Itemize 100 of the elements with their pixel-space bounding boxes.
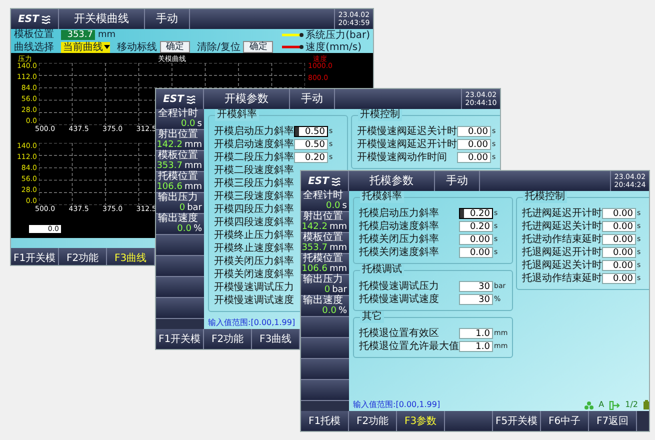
tile-label: 输出压力 <box>158 193 199 203</box>
position-display: 353.7 <box>61 30 95 40</box>
function-key[interactable]: F3参数 <box>397 411 445 431</box>
value-field[interactable]: 0.00 <box>602 260 636 271</box>
tile-value: 106.6 mm <box>156 182 202 192</box>
function-key[interactable]: F7返回 <box>589 411 637 431</box>
value-field[interactable]: 0.50 <box>294 139 328 150</box>
tile-value: 0 bar <box>324 285 347 295</box>
value-field[interactable]: 0.00 <box>457 126 491 137</box>
blank-side-key[interactable] <box>156 277 204 298</box>
value-field[interactable]: 0.00 <box>457 139 491 150</box>
legend-label: 速度(mm/s) <box>306 42 362 52</box>
value-field[interactable]: 30 <box>459 294 493 305</box>
logo-wave-icon <box>40 14 51 24</box>
value-field[interactable]: 1.0 <box>459 328 493 339</box>
tile-value: 0.0 s <box>180 119 202 129</box>
field-label: 曲线选择 <box>14 42 55 52</box>
function-key[interactable]: F1开关模 <box>11 248 59 265</box>
param-label: 开模终止速度斜率 <box>214 242 294 254</box>
tile-label: 模板位置 <box>303 233 344 243</box>
tile-value: 0.0 % <box>177 224 202 234</box>
curve-dropdown[interactable]: 当前曲线 <box>61 42 110 52</box>
blank-side-key[interactable] <box>301 317 349 338</box>
param-label: 托模退位置允许最大值 <box>359 340 459 352</box>
blank-side-key[interactable] <box>156 235 204 256</box>
logo-text: EST <box>18 12 39 26</box>
value-field[interactable]: 0.00 <box>602 208 636 219</box>
param-label: 托模慢速调试压力 <box>359 280 439 292</box>
function-key[interactable]: F6中子 <box>541 411 589 431</box>
param-label: 托进阀延迟关计时 <box>522 220 602 232</box>
function-key[interactable]: F1开关模 <box>156 329 204 349</box>
blank-side-key[interactable] <box>156 256 204 277</box>
fan-icon <box>584 400 594 410</box>
screen-title: 开模参数 <box>224 90 268 107</box>
tile-label: 全程计时 <box>158 109 199 119</box>
param-label: 托进阀延迟开计时 <box>522 208 602 220</box>
tile-label: 托模位置 <box>303 254 344 264</box>
function-key[interactable]: F2功能 <box>349 411 397 431</box>
param-label: 托模启动速度斜率 <box>359 220 439 232</box>
confirm-button[interactable]: 确定 <box>160 41 190 53</box>
value-field[interactable]: 0.00 <box>602 234 636 245</box>
blank-side-key[interactable] <box>156 298 204 319</box>
param-label: 开模关闭压力斜率 <box>214 256 294 268</box>
tile-label: 射出位置 <box>158 130 199 140</box>
blank-side-key[interactable] <box>301 338 349 359</box>
tile-value: 106.6 mm <box>302 264 347 274</box>
legend-label: 系统压力(bar) <box>306 30 370 40</box>
tile-value: 0.0 s <box>326 201 347 211</box>
blank-side-key[interactable] <box>301 380 349 401</box>
value-field[interactable]: 0.00 <box>457 152 491 163</box>
tile-label: 托模位置 <box>158 172 199 182</box>
function-key[interactable]: F1托模 <box>301 411 349 431</box>
group-title: 开模斜率 <box>215 109 259 121</box>
tile-label: 输出速度 <box>303 296 344 306</box>
function-key[interactable]: F3曲线 <box>107 248 155 265</box>
param-label: 开模二段速度斜率 <box>214 164 294 176</box>
tile-value: 142.2 mm <box>302 222 347 232</box>
field-label: 清除/复位 <box>197 42 240 52</box>
value-field[interactable]: 0.20 <box>459 208 493 219</box>
value-field[interactable]: 0.00 <box>602 247 636 258</box>
value-field[interactable]: 0.00 <box>459 234 493 245</box>
param-label: 托退阀延迟开计时 <box>522 246 602 258</box>
param-label: 托模关闭压力斜率 <box>359 234 439 246</box>
blank-side-key[interactable] <box>301 359 349 380</box>
tile-value: 142.2 mm <box>156 140 202 150</box>
param-label: 托模慢速调试速度 <box>359 294 439 306</box>
function-key[interactable]: F2功能 <box>59 248 107 265</box>
field-label: 移动标线 <box>117 42 157 52</box>
group-title: 托模斜率 <box>360 191 404 203</box>
value-field[interactable]: 30 <box>459 281 493 292</box>
value-field[interactable]: 0.00 <box>602 273 636 284</box>
param-label: 托模启动压力斜率 <box>359 208 439 220</box>
function-key[interactable]: F2功能 <box>204 329 252 349</box>
value-field[interactable]: 0.50 <box>294 126 328 137</box>
param-label: 开模慢速调试速度 <box>214 294 294 306</box>
blank-function-key[interactable] <box>445 411 493 431</box>
param-label: 托退阀延迟关计时 <box>522 260 602 272</box>
value-field[interactable]: 0.20 <box>294 152 328 163</box>
param-label: 托退动作结束延时 <box>522 272 602 284</box>
mode-indicator: A <box>598 399 604 411</box>
param-label: 开模三段速度斜率 <box>214 190 294 202</box>
page-indicator: 1/2 <box>625 399 638 411</box>
function-key[interactable]: F5开关模 <box>493 411 541 431</box>
value-field[interactable]: 1.0 <box>459 341 493 352</box>
value-field[interactable]: 0.20 <box>459 221 493 232</box>
value-field[interactable]: 0.00 <box>602 221 636 232</box>
confirm-button[interactable]: 确定 <box>243 41 274 53</box>
logo-text: EST <box>163 92 184 106</box>
input-range-hint: 输入值范围:[0.00,1.99] <box>353 399 440 411</box>
unit-label: mm <box>98 30 116 40</box>
function-key[interactable]: F3曲线 <box>252 329 300 349</box>
tile-value: 353.7 mm <box>302 243 347 253</box>
group-title: 托模调试 <box>360 264 404 276</box>
logo-wave-icon <box>186 94 196 104</box>
param-label: 开模慢速调试压力 <box>214 282 294 294</box>
logo-wave-icon <box>330 176 341 186</box>
value-field[interactable]: 0.00 <box>459 247 493 258</box>
tile-label: 全程计时 <box>303 191 344 201</box>
tile-value: 0 bar <box>179 203 202 213</box>
group-title: 其它 <box>360 311 384 323</box>
